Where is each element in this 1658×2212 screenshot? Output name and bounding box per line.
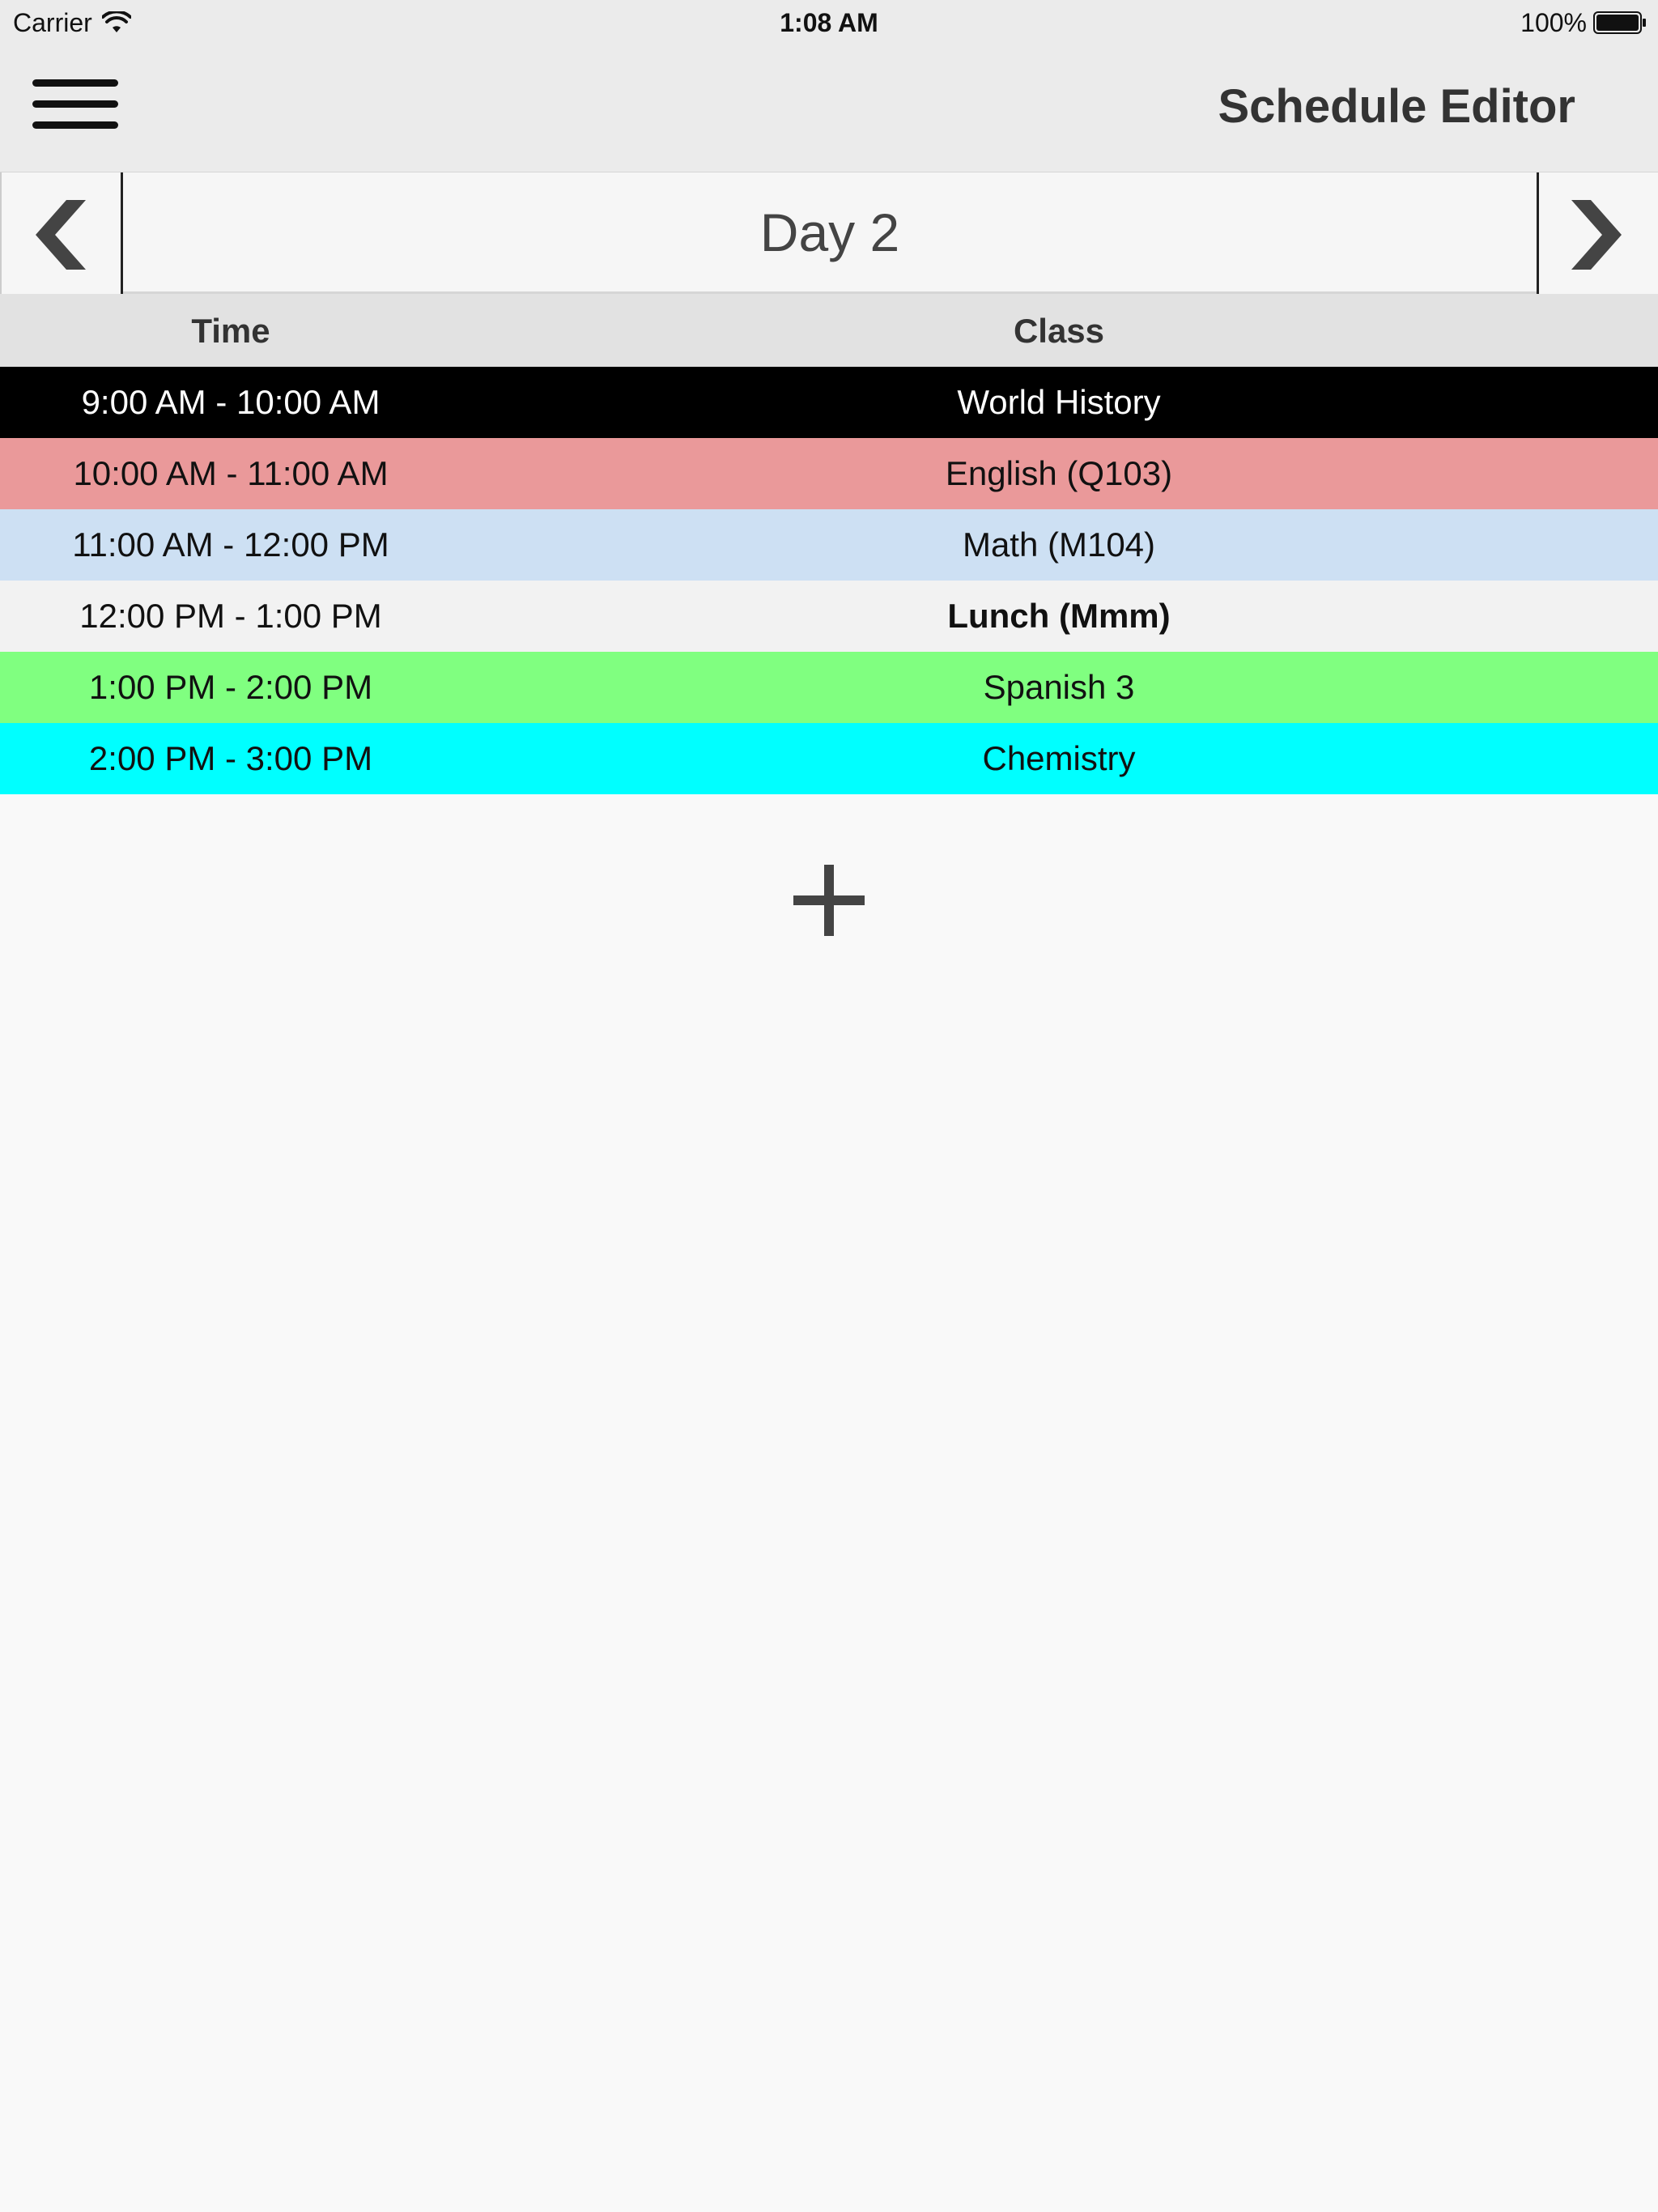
row-time: 11:00 AM - 12:00 PM bbox=[72, 525, 389, 564]
navigation-bar: Schedule Editor bbox=[0, 45, 1658, 173]
class-column-header: Class bbox=[1013, 312, 1105, 350]
row-class: Chemistry bbox=[982, 739, 1136, 777]
row-class: Spanish 3 bbox=[983, 668, 1135, 706]
status-time: 1:08 AM bbox=[780, 8, 878, 37]
row-time: 10:00 AM - 11:00 AM bbox=[73, 454, 389, 492]
row-time: 9:00 AM - 10:00 AM bbox=[81, 383, 380, 421]
row-class: Math (M104) bbox=[962, 525, 1156, 564]
schedule-table-header: Time Class bbox=[0, 294, 1658, 367]
chevron-right-icon bbox=[1571, 200, 1622, 270]
plus-icon bbox=[793, 865, 865, 936]
battery-icon bbox=[1593, 11, 1646, 34]
table-row[interactable]: 1:00 PM - 2:00 PM Spanish 3 bbox=[0, 652, 1658, 723]
row-time: 12:00 PM - 1:00 PM bbox=[79, 597, 382, 635]
row-time: 1:00 PM - 2:00 PM bbox=[88, 668, 373, 706]
row-class: Lunch (Mmm) bbox=[947, 597, 1171, 635]
row-time: 2:00 PM - 3:00 PM bbox=[88, 739, 373, 777]
row-class: World History bbox=[957, 383, 1161, 421]
schedule-list: 9:00 AM - 10:00 AM World History 10:00 A… bbox=[0, 367, 1658, 794]
page-title: Schedule Editor bbox=[1218, 80, 1575, 133]
chevron-left-icon bbox=[36, 200, 86, 270]
row-class: English (Q103) bbox=[945, 454, 1173, 492]
previous-day-button[interactable] bbox=[0, 172, 123, 294]
table-row[interactable]: 2:00 PM - 3:00 PM Chemistry bbox=[0, 723, 1658, 794]
table-row[interactable]: 10:00 AM - 11:00 AM English (Q103) bbox=[0, 438, 1658, 509]
table-row[interactable]: 9:00 AM - 10:00 AM World History bbox=[0, 367, 1658, 438]
status-battery: 100% bbox=[1520, 6, 1647, 39]
hamburger-menu-icon-bottom bbox=[32, 121, 118, 129]
table-row[interactable]: 11:00 AM - 12:00 PM Math (M104) bbox=[0, 509, 1658, 581]
battery-percent: 100% bbox=[1520, 8, 1587, 37]
day-navigator: Day 2 bbox=[0, 172, 1658, 294]
hamburger-menu-icon bbox=[32, 79, 118, 87]
time-column-header: Time bbox=[191, 312, 270, 350]
add-class-button[interactable] bbox=[790, 861, 868, 939]
hamburger-menu-icon-middle bbox=[32, 100, 118, 108]
status-bar: Carrier 1:08 AM 100% bbox=[0, 0, 1658, 45]
menu-button[interactable] bbox=[31, 73, 121, 138]
table-row[interactable]: 12:00 PM - 1:00 PM Lunch (Mmm) bbox=[0, 581, 1658, 652]
next-day-button[interactable] bbox=[1537, 172, 1658, 294]
day-label: Day 2 bbox=[759, 202, 900, 262]
